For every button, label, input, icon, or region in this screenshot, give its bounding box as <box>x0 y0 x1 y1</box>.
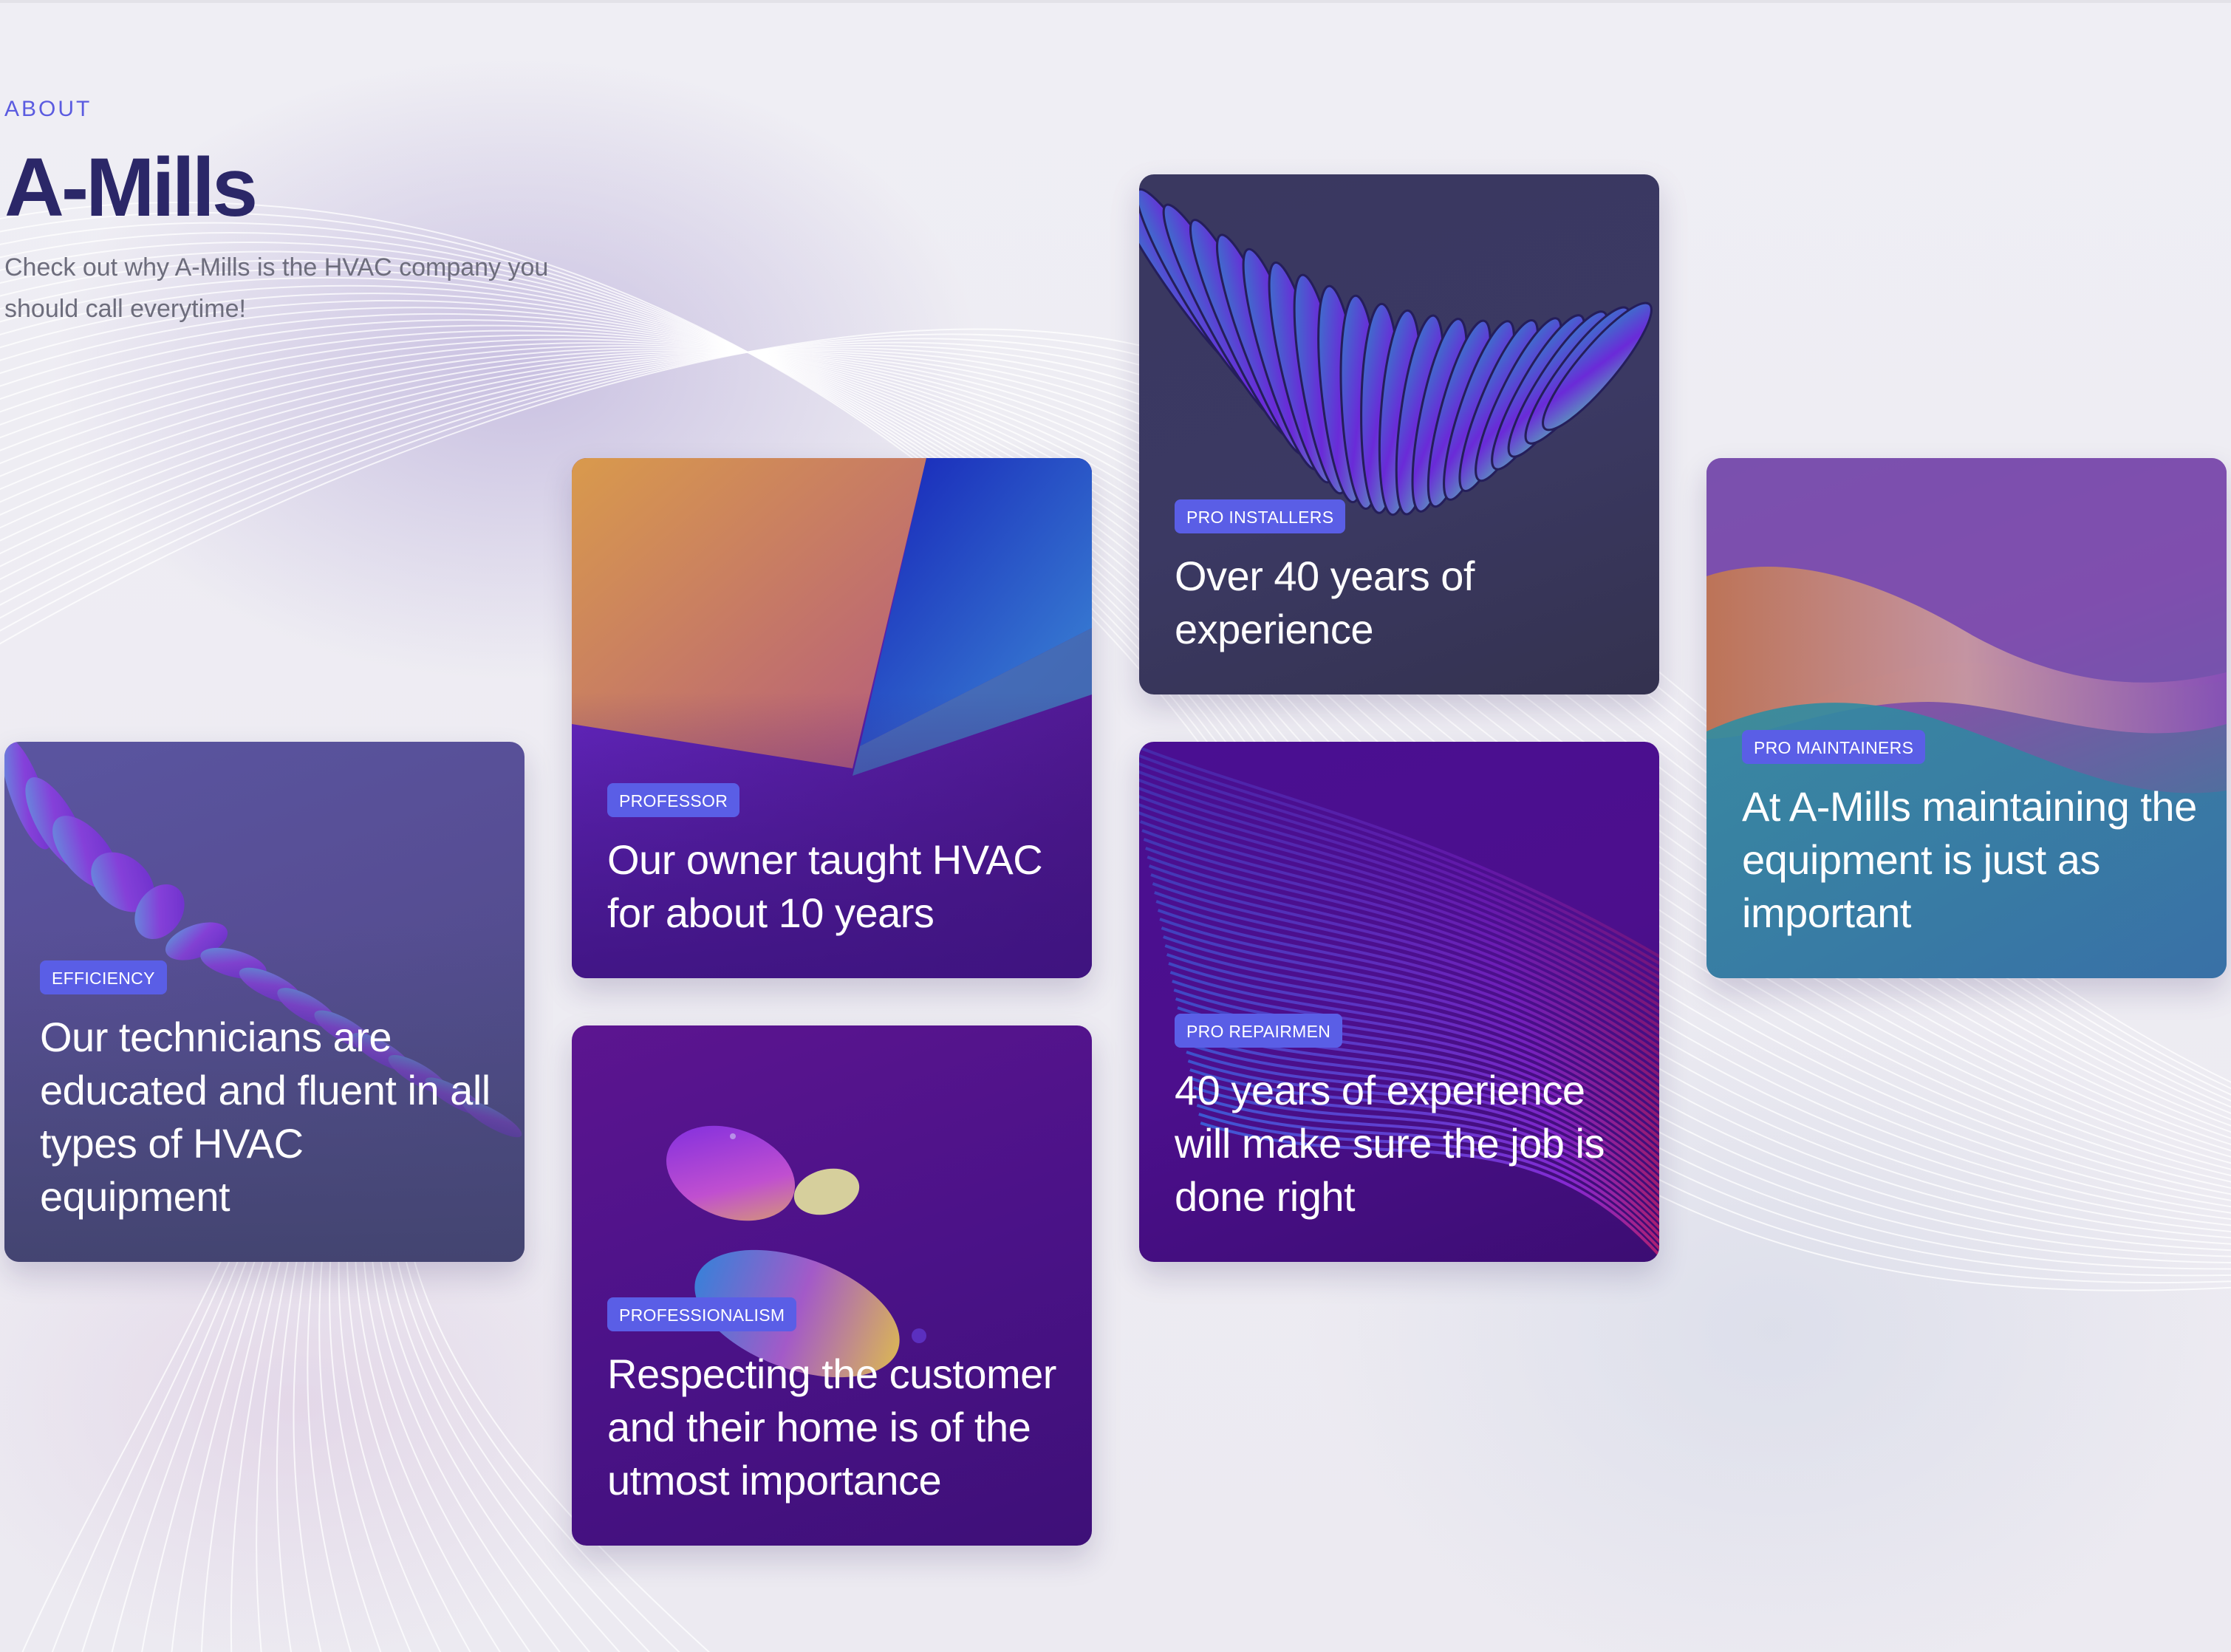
card-content: PROFESSIONALISM Respecting the customer … <box>607 1297 1062 1507</box>
card-professor[interactable]: PROFESSOR Our owner taught HVAC for abou… <box>572 458 1092 978</box>
card-content: PRO REPAIRMEN 40 years of experience wil… <box>1175 1014 1630 1223</box>
card-badge: PRO MAINTAINERS <box>1742 730 1926 764</box>
card-text: Over 40 years of experience <box>1175 553 1475 652</box>
card-badge: PROFESSOR <box>607 783 740 817</box>
card-efficiency[interactable]: EFFICIENCY Our technicians are educated … <box>4 742 525 1262</box>
about-intro: ABOUT A-Mills Check out why A-Mills is t… <box>4 96 566 330</box>
card-badge: PROFESSIONALISM <box>607 1297 797 1331</box>
card-badge: PRO REPAIRMEN <box>1175 1014 1343 1048</box>
card-text: Our technicians are educated and fluent … <box>40 1014 491 1220</box>
card-badge: EFFICIENCY <box>40 960 167 994</box>
card-content: PROFESSOR Our owner taught HVAC for abou… <box>607 783 1062 940</box>
page-title: A-Mills <box>4 141 258 233</box>
card-professionalism[interactable]: PROFESSIONALISM Respecting the customer … <box>572 1025 1092 1546</box>
card-pro-repairmen[interactable]: PRO REPAIRMEN 40 years of experience wil… <box>1139 742 1659 1262</box>
card-content: PRO INSTALLERS Over 40 years of experien… <box>1175 499 1630 656</box>
card-text: Respecting the customer and their home i… <box>607 1351 1056 1503</box>
card-text: 40 years of experience will make sure th… <box>1175 1067 1605 1220</box>
about-eyebrow: ABOUT <box>4 97 92 121</box>
page-subtitle: Check out why A-Mills is the HVAC compan… <box>4 253 549 323</box>
card-text: At A-Mills maintaining the equipment is … <box>1742 783 2197 936</box>
card-badge: PRO INSTALLERS <box>1175 499 1346 533</box>
card-content: PRO MAINTAINERS At A-Mills maintaining t… <box>1742 730 2197 940</box>
card-pro-maintainers[interactable]: PRO MAINTAINERS At A-Mills maintaining t… <box>1706 458 2227 978</box>
card-content: EFFICIENCY Our technicians are educated … <box>40 960 495 1223</box>
card-text: Our owner taught HVAC for about 10 years <box>607 836 1043 936</box>
card-pro-installers[interactable]: PRO INSTALLERS Over 40 years of experien… <box>1139 174 1659 694</box>
